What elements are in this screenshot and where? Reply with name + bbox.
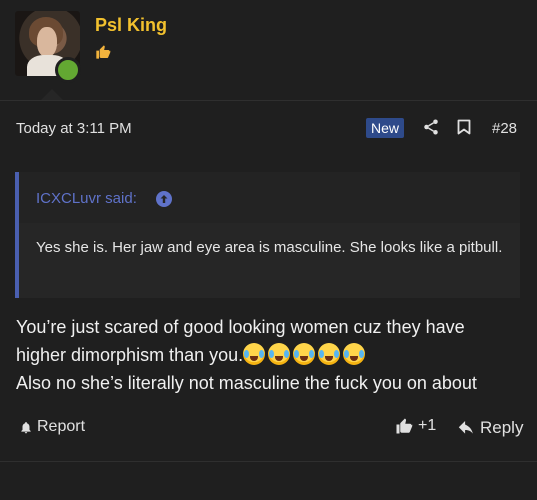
online-status-dot: [55, 57, 81, 83]
thumbs-up-icon: [95, 44, 111, 65]
post-body-line: Also no she’s literally not masculine th…: [16, 373, 477, 393]
post-body-line: You’re just scared of good looking women…: [16, 317, 465, 337]
report-button[interactable]: Report: [19, 418, 85, 436]
post-user-header: Psl King: [0, 0, 537, 101]
reply-button[interactable]: Reply: [458, 418, 523, 438]
avatar-face: [37, 27, 57, 57]
thumbs-up-icon: [396, 418, 413, 434]
arrow-up-circle-icon[interactable]: [156, 191, 172, 207]
post-body: You’re just scared of good looking women…: [16, 313, 526, 397]
quote-author-link[interactable]: ICXCLuvr said:: [36, 190, 137, 207]
crying-laughing-emoji-icon: [318, 343, 341, 365]
quote-block: ICXCLuvr said: Yes she is. Her jaw and e…: [15, 172, 520, 298]
bookmark-icon[interactable]: [457, 119, 471, 135]
quote-text: Yes she is. Her jaw and eye area is masc…: [36, 239, 503, 256]
divider: [0, 461, 537, 462]
crying-laughing-emoji-icon: [293, 343, 316, 365]
reply-label: Reply: [480, 418, 524, 437]
report-label: Report: [37, 418, 86, 435]
post-actions: Report +1 Reply: [0, 408, 537, 448]
emoji-group: [243, 343, 368, 365]
like-count: +1: [418, 417, 437, 434]
new-badge: New: [366, 118, 405, 138]
crying-laughing-emoji-icon: [268, 343, 291, 365]
quote-header: ICXCLuvr said:: [19, 172, 520, 223]
crying-laughing-emoji-icon: [343, 343, 366, 365]
forum-post: Psl King Today at 3:11 PM New #28 ICXCLu…: [0, 0, 537, 500]
share-icon[interactable]: [422, 118, 440, 136]
post-timestamp[interactable]: Today at 3:11 PM: [16, 120, 132, 137]
bell-icon: [21, 421, 31, 433]
crying-laughing-emoji-icon: [243, 343, 266, 365]
post-body-line: higher dimorphism than you.: [16, 341, 526, 369]
post-meta-row: Today at 3:11 PM New #28: [0, 101, 537, 153]
reply-arrow-icon: [458, 421, 473, 434]
username-link[interactable]: Psl King: [95, 15, 167, 36]
like-button[interactable]: +1: [395, 417, 436, 435]
post-body-text: higher dimorphism than you.: [16, 345, 244, 365]
post-number-link[interactable]: #28: [492, 120, 517, 137]
